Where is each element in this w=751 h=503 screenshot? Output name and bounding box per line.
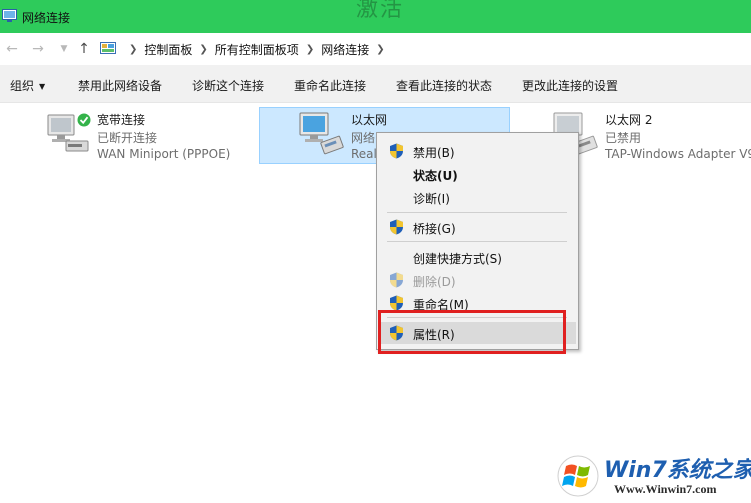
diagnose-button[interactable]: 诊断这个连接 [192,77,264,94]
watermark: Win7系统之家 Www.Winwin7.com [552,448,751,503]
menu-item-create-shortcut[interactable]: 创建快捷方式(S) [379,246,576,268]
change-settings-button[interactable]: 更改此连接的设置 [522,77,618,94]
menu-item-label: 删除(D) [413,275,456,289]
title-bar: 网络连接 激活 [0,0,751,33]
rename-button[interactable]: 重命名此连接 [294,77,366,94]
menu-item-label: 桥接(G) [413,222,456,236]
menu-separator [387,212,567,213]
watermark-url: Www.Winwin7.com [614,482,717,496]
menu-item-label: 状态(U) [413,169,458,183]
back-arrow-icon[interactable]: ← [4,40,20,58]
connection-status: 网络 [351,131,376,145]
uac-shield-icon [390,272,403,288]
window-title: 网络连接 [22,11,71,25]
window-title-ghost: 激活 [356,0,405,22]
command-bar: 组织 ▼ 禁用此网络设备 诊断这个连接 重命名此连接 查看此连接的状态 更改此连接… [0,65,751,103]
recent-locations-chevron-icon[interactable]: ▼ [56,40,72,58]
uac-shield-icon [390,219,403,235]
view-status-button[interactable]: 查看此连接的状态 [396,77,492,94]
network-connections-icon [2,9,17,22]
connection-name: 以太网 [351,113,388,127]
up-arrow-icon[interactable]: ↑ [76,40,92,58]
menu-item-label: 诊断(I) [413,192,450,206]
menu-item-diagnose[interactable]: 诊断(I) [379,186,576,208]
network-adapter-icon [47,112,92,152]
menu-item-status[interactable]: 状态(U) [379,163,576,185]
network-adapter-icon [299,112,344,155]
chevron-down-icon: ▼ [39,82,46,91]
forward-arrow-icon[interactable]: → [30,40,46,58]
connection-name: 宽带连接 [97,113,146,127]
menu-item-disable[interactable]: 禁用(B) [379,140,576,162]
connection-status: 已断开连接 [97,131,158,145]
uac-shield-icon [390,295,403,311]
disable-device-button[interactable]: 禁用此网络设备 [78,77,162,94]
menu-item-label: 创建快捷方式(S) [413,252,502,266]
control-panel-icon [100,42,116,54]
breadcrumb-item-network-connections[interactable]: 网络连接 [321,41,369,58]
watermark-brand: Win7系统之家 [604,458,751,483]
menu-item-delete[interactable]: 删除(D) [379,269,576,291]
breadcrumb-item-all-items[interactable]: 所有控制面板项 [215,41,299,58]
breadcrumb-item-control-panel[interactable]: 控制面板 [144,41,192,58]
windows-logo-icon [557,455,599,497]
connection-device: WAN Miniport (PPPOE) [97,147,231,161]
menu-item-bridge[interactable]: 桥接(G) [379,216,576,238]
connection-device: TAP-Windows Adapter V9 [605,147,751,161]
breadcrumb[interactable]: ❯ 控制面板 ❯ 所有控制面板项 ❯ 网络连接 ❯ [100,38,392,60]
organize-button[interactable]: 组织 ▼ [10,77,45,94]
breadcrumb-separator-icon[interactable]: ❯ [306,44,314,55]
uac-shield-icon [390,143,403,159]
menu-separator [387,241,567,242]
address-bar: ← → ▼ ↑ ❯ 控制面板 ❯ 所有控制面板项 ❯ 网络连接 ❯ [0,33,751,65]
annotation-highlight-box [378,310,566,354]
connection-name: 以太网 2 [605,113,653,127]
breadcrumb-separator-icon[interactable]: ❯ [376,44,384,55]
breadcrumb-separator-icon: ❯ [129,43,138,55]
connection-status: 已禁用 [605,131,642,145]
menu-item-label: 禁用(B) [413,146,455,160]
breadcrumb-separator-icon[interactable]: ❯ [199,44,207,55]
